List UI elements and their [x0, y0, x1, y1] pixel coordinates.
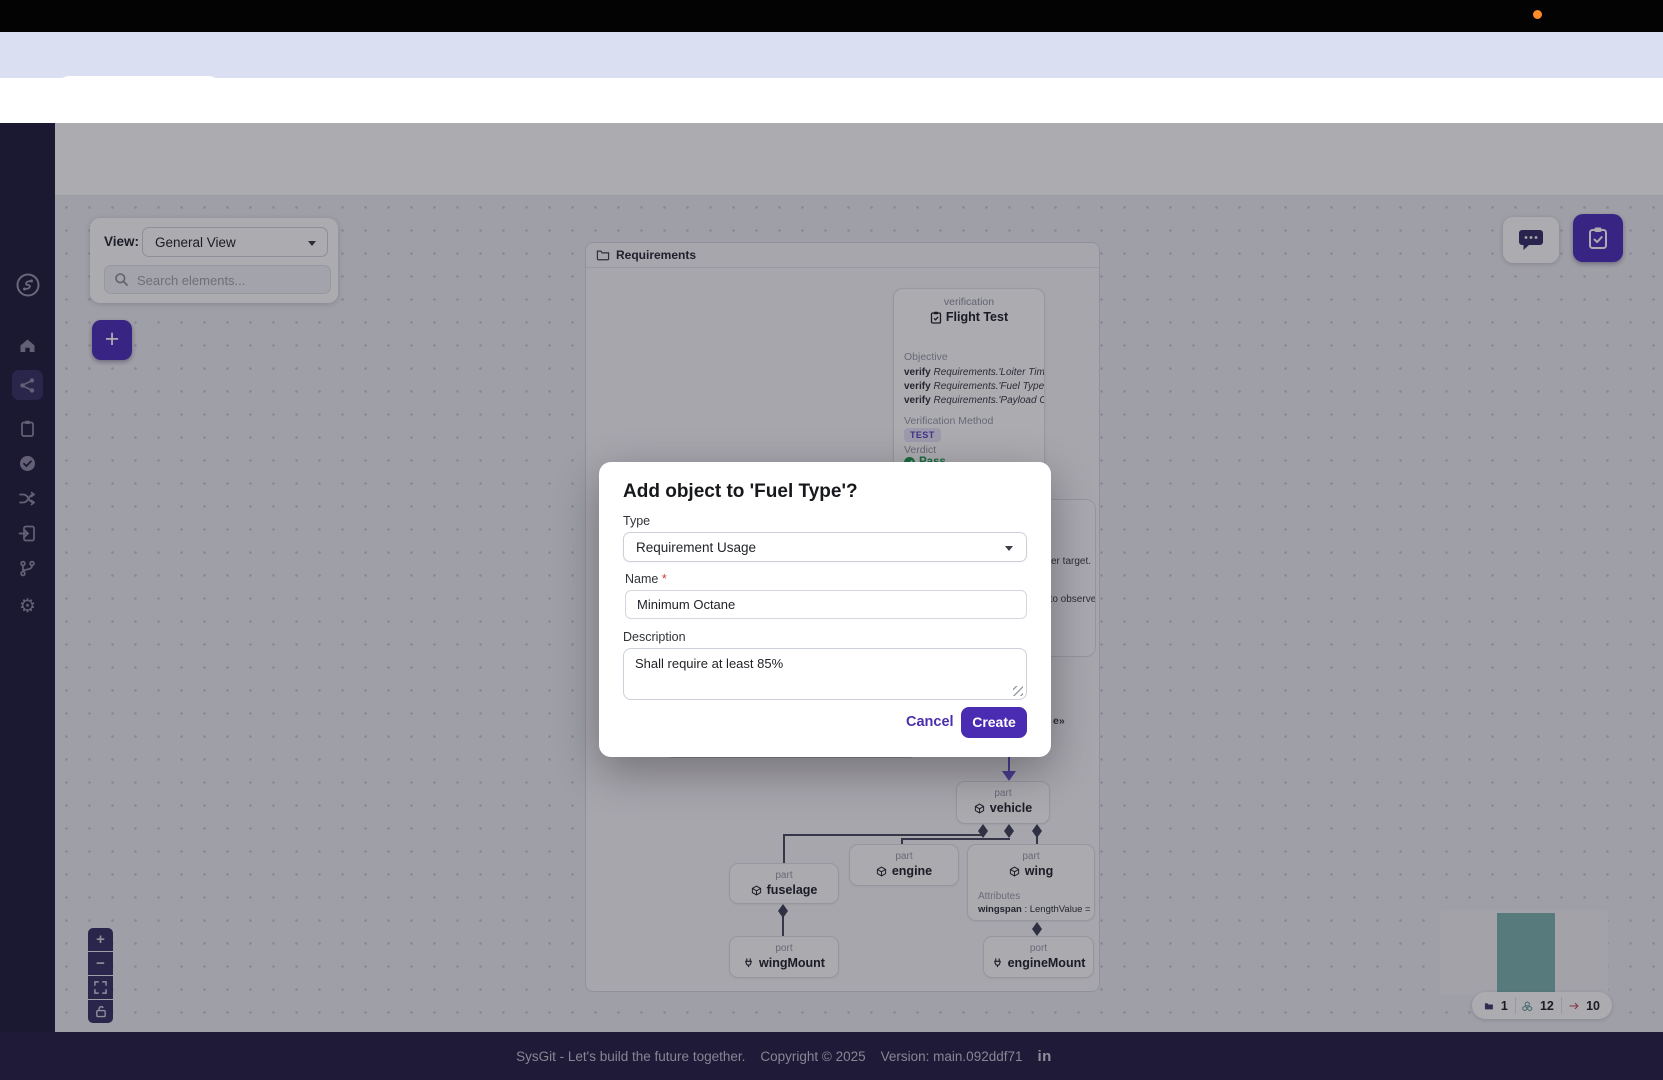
name-input[interactable] — [625, 590, 1027, 619]
cancel-button[interactable]: Cancel — [906, 714, 954, 730]
modal-title: Add object to 'Fuel Type'? — [623, 481, 858, 503]
type-select-value: Requirement Usage — [636, 540, 756, 555]
add-object-modal: Add object to 'Fuel Type'? Type Requirem… — [599, 462, 1051, 757]
description-textarea[interactable]: Shall require at least 85% — [623, 648, 1027, 700]
recording-indicator-icon — [1533, 10, 1542, 19]
browser-tabstrip: SysGit × Merge requests · My Group / u ×… — [0, 32, 1663, 78]
type-label: Type — [623, 514, 650, 528]
macos-menubar — [0, 0, 1663, 32]
required-asterisk: * — [662, 572, 667, 586]
screen: SysGit × Merge requests · My Group / u ×… — [0, 0, 1663, 1080]
type-select[interactable]: Requirement Usage — [623, 532, 1027, 562]
create-button[interactable]: Create — [961, 707, 1027, 738]
name-label: Name * — [625, 572, 667, 586]
select-caret-icon — [1005, 546, 1013, 551]
description-label: Description — [623, 630, 686, 644]
browser-toolbar: localhost:5173/repo/my-group/uas/-/updat… — [0, 78, 1663, 123]
